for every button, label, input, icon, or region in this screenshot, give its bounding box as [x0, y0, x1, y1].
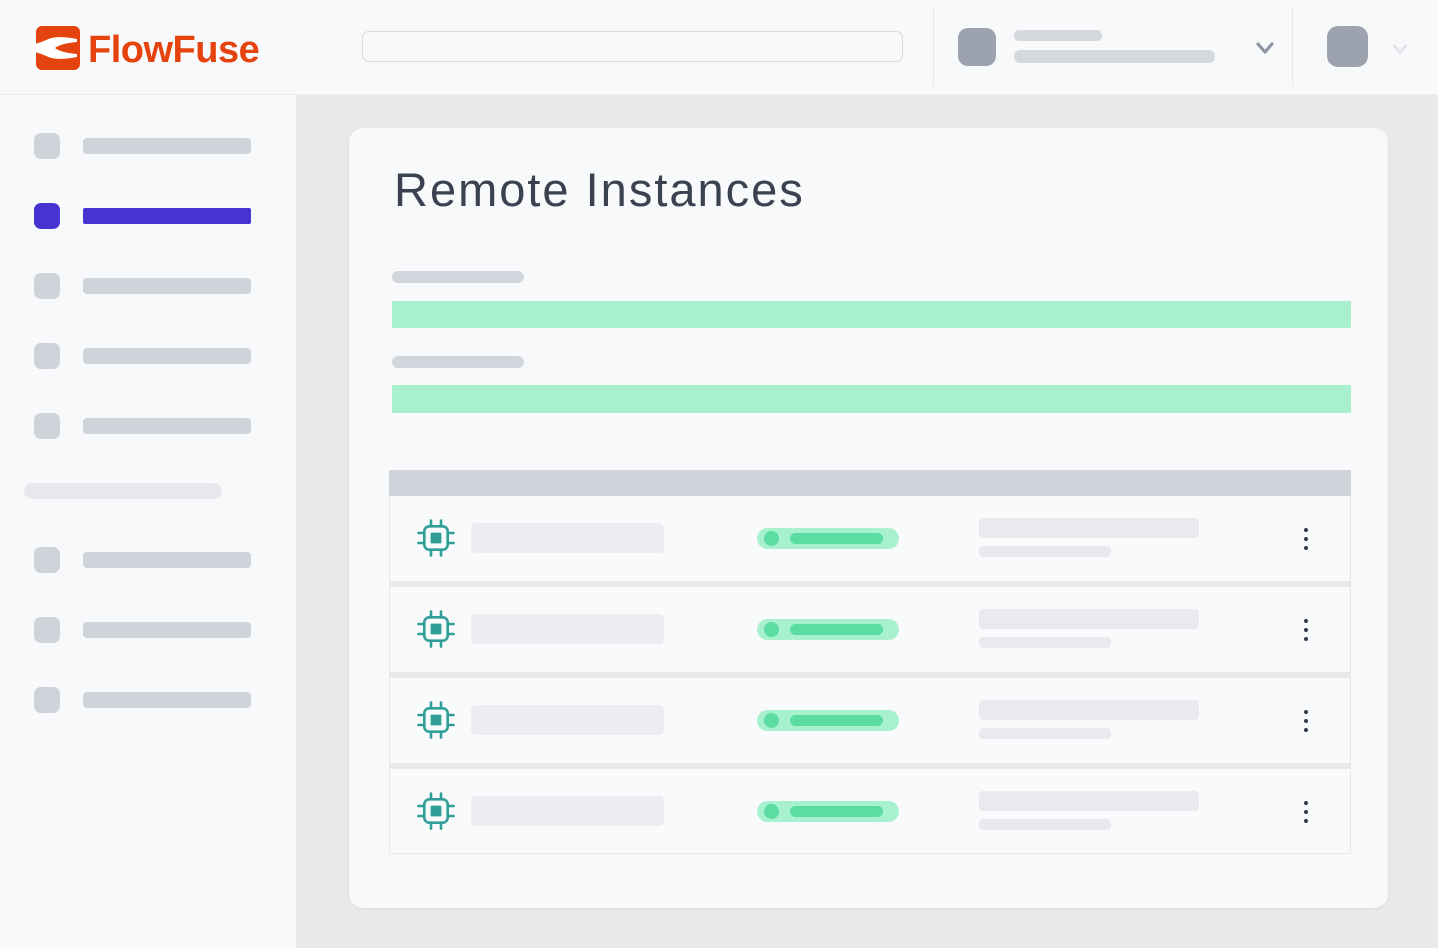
chip-icon: [417, 792, 455, 830]
instance-row[interactable]: [389, 678, 1351, 763]
team-subtitle-skeleton: [1014, 50, 1215, 63]
sidebar-item-icon: [34, 547, 60, 573]
sidebar-item-label-skeleton: [83, 418, 251, 434]
sidebar-item-7[interactable]: [34, 617, 296, 643]
sidebar-item-label-skeleton: [83, 348, 251, 364]
instance-name-skeleton: [471, 614, 664, 644]
search-input[interactable]: [362, 31, 903, 62]
instance-meta-skeleton: [979, 546, 1111, 557]
instances-table: [389, 470, 1351, 854]
instance-meta-skeleton: [979, 819, 1111, 830]
instance-meta-skeleton: [979, 791, 1199, 811]
sidebar-item-label-skeleton: [83, 622, 251, 638]
sidebar-section-label: [24, 483, 222, 499]
kebab-menu-icon[interactable]: [1293, 791, 1319, 833]
status-text-skeleton: [790, 715, 883, 726]
status-badge: [757, 528, 899, 549]
sidebar-item-icon: [34, 273, 60, 299]
user-avatar[interactable]: [1327, 26, 1368, 67]
chip-icon: [417, 610, 455, 648]
instance-row[interactable]: [389, 769, 1351, 854]
status-text-skeleton: [790, 533, 883, 544]
instance-row[interactable]: [389, 496, 1351, 581]
instance-meta-skeleton: [979, 609, 1199, 629]
field-value-highlight[interactable]: [392, 301, 1351, 328]
kebab-menu-icon[interactable]: [1293, 518, 1319, 560]
kebab-menu-icon[interactable]: [1293, 609, 1319, 651]
sidebar-item-icon: [34, 203, 60, 229]
header-divider: [933, 8, 934, 86]
instance-meta-skeleton: [979, 728, 1111, 739]
field-label-skeleton: [392, 271, 524, 283]
status-text-skeleton: [790, 806, 883, 817]
sidebar-item-label-skeleton: [83, 552, 251, 568]
instance-name-skeleton: [471, 705, 664, 735]
sidebar-item-icon: [34, 133, 60, 159]
sidebar-item-icon: [34, 343, 60, 369]
sidebar-item-label-skeleton: [83, 692, 251, 708]
status-badge: [757, 801, 899, 822]
field-value-highlight[interactable]: [392, 385, 1351, 413]
page-title: Remote Instances: [394, 166, 805, 213]
team-avatar[interactable]: [958, 28, 996, 66]
sidebar-item-label-skeleton: [83, 208, 251, 224]
field-label-skeleton: [392, 356, 524, 368]
sidebar-item-label-skeleton: [83, 278, 251, 294]
sidebar-item-8[interactable]: [34, 687, 296, 713]
main-content: Remote Instances: [298, 95, 1438, 948]
header-divider: [1292, 8, 1293, 86]
instance-name-skeleton: [471, 796, 664, 826]
chip-icon: [417, 519, 455, 557]
brand-wordmark[interactable]: FlowFuse: [88, 29, 259, 72]
team-name-skeleton: [1014, 30, 1102, 41]
sidebar-item-2[interactable]: [34, 203, 296, 229]
sidebar-item-5[interactable]: [34, 413, 296, 439]
status-dot: [764, 622, 779, 637]
sidebar-item-icon: [34, 687, 60, 713]
table-body: [389, 496, 1351, 854]
app-header: FlowFuse: [0, 0, 1438, 95]
chip-icon: [417, 701, 455, 739]
sidebar-item-label-skeleton: [83, 138, 251, 154]
sidebar-item-3[interactable]: [34, 273, 296, 299]
status-dot: [764, 713, 779, 728]
sidebar-item-6[interactable]: [34, 547, 296, 573]
status-badge: [757, 619, 899, 640]
page-card: Remote Instances: [349, 128, 1388, 908]
chevron-down-icon[interactable]: [1390, 39, 1410, 59]
table-header-skeleton: [389, 470, 1351, 496]
sidebar-item-icon: [34, 617, 60, 643]
flowfuse-logo-icon[interactable]: [36, 26, 80, 70]
instance-meta-skeleton: [979, 700, 1199, 720]
status-text-skeleton: [790, 624, 883, 635]
status-dot: [764, 531, 779, 546]
status-badge: [757, 710, 899, 731]
sidebar-item-4[interactable]: [34, 343, 296, 369]
instance-row[interactable]: [389, 587, 1351, 672]
instance-meta-skeleton: [979, 637, 1111, 648]
sidebar-nav: [0, 95, 297, 948]
instance-meta-skeleton: [979, 518, 1199, 538]
status-dot: [764, 804, 779, 819]
sidebar-item-1[interactable]: [34, 133, 296, 159]
chevron-down-icon[interactable]: [1253, 36, 1277, 60]
sidebar-item-icon: [34, 413, 60, 439]
kebab-menu-icon[interactable]: [1293, 700, 1319, 742]
instance-name-skeleton: [471, 523, 664, 553]
